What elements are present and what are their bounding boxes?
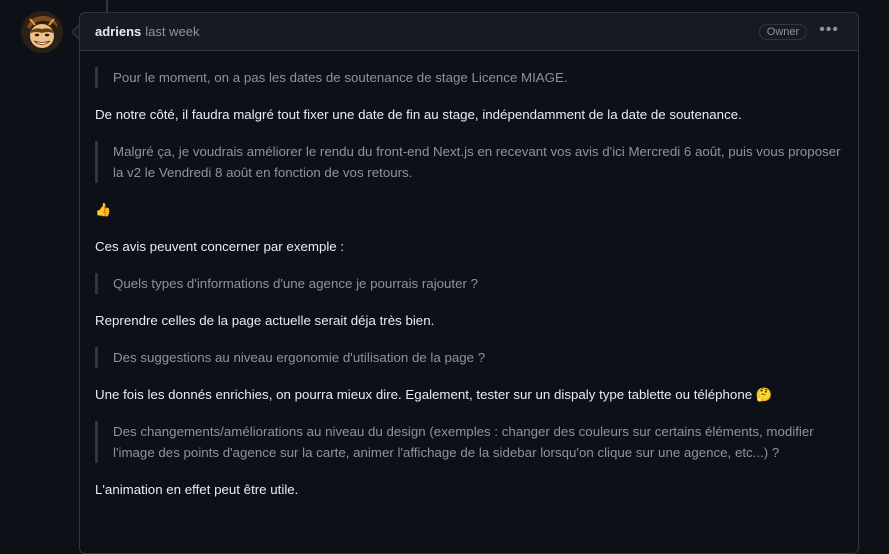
comment-body: Pour le moment, on a pas les dates de so… — [80, 51, 858, 500]
blockquote: Quels types d'informations d'une agence … — [95, 273, 843, 294]
header-actions: Owner ••• — [758, 21, 843, 42]
paragraph: Ces avis peuvent concerner par exemple : — [95, 239, 345, 254]
thinking-emoji: 🤔 — [755, 387, 773, 402]
emoji-paragraph: 👍 — [95, 199, 843, 220]
paragraph: De notre côté, il faudra malgré tout fix… — [95, 107, 742, 122]
timeline-line — [106, 0, 108, 12]
timestamp-link[interactable]: last week — [145, 24, 199, 39]
comment-header: adriens last week Owner ••• — [80, 13, 858, 51]
avatar[interactable] — [21, 11, 63, 53]
blockquote: Des suggestions au niveau ergonomie d'ut… — [95, 347, 843, 368]
thumbs-up-emoji: 👍 — [95, 202, 112, 217]
comment-box: adriens last week Owner ••• Pour le mome… — [79, 12, 859, 554]
paragraph-text: Une fois les donnés enrichies, on pourra… — [95, 387, 753, 402]
owner-badge: Owner — [758, 23, 808, 40]
paragraph: L'animation en effet peut être utile. — [95, 482, 299, 497]
author-link[interactable]: adriens — [95, 24, 141, 39]
paragraph-with-emoji: Une fois les donnés enrichies, on pourra… — [95, 384, 843, 405]
paragraph: Reprendre celles de la page actuelle ser… — [95, 313, 435, 328]
blockquote: Malgré ça, je voudrais améliorer le rend… — [95, 141, 843, 183]
avatar-image — [21, 11, 63, 53]
blockquote: Des changements/améliorations au niveau … — [95, 421, 843, 463]
blockquote: Pour le moment, on a pas les dates de so… — [95, 67, 843, 88]
kebab-horizontal-icon[interactable]: ••• — [815, 21, 843, 42]
